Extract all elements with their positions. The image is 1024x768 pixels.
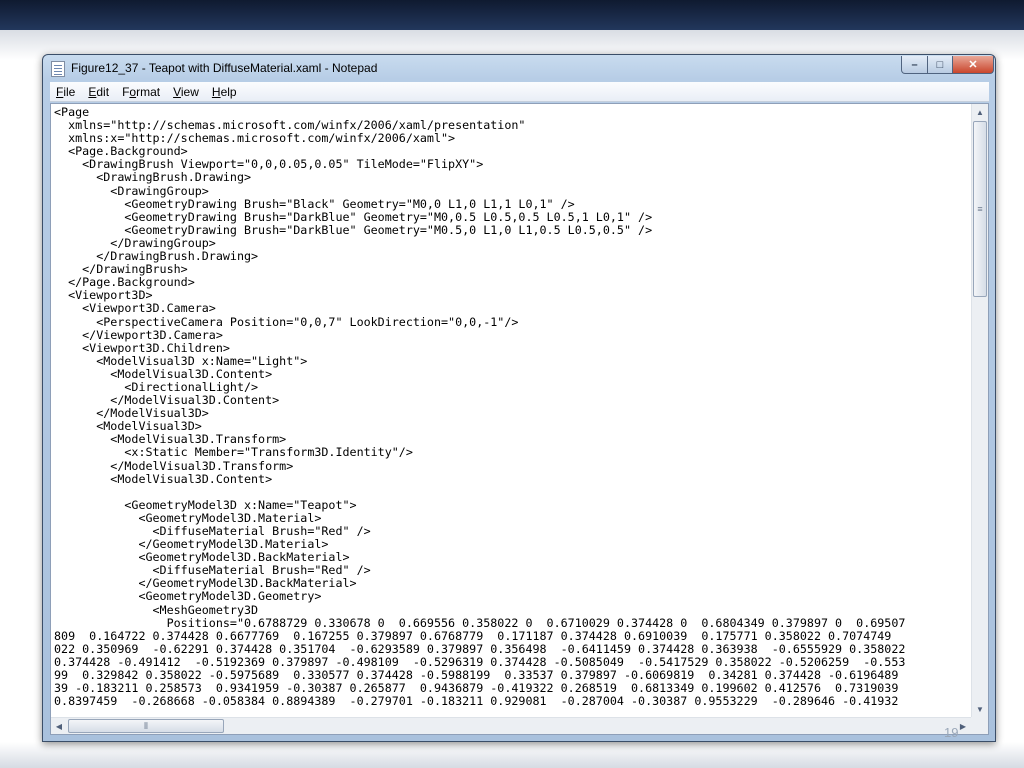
- code-line: <DirectionalLight/>: [54, 380, 259, 394]
- code-line: </DrawingBrush.Drawing>: [54, 250, 259, 264]
- code-line: <ModelVisual3D x:Name="Light">: [54, 354, 308, 368]
- code-line: 809 0.164722 0.374428 0.6677769 0.167255…: [54, 629, 892, 643]
- menu-help[interactable]: Help: [212, 85, 237, 99]
- code-line: <DrawingBrush Viewport="0,0,0.05,0.05" T…: [54, 158, 484, 172]
- notepad-icon[interactable]: [51, 61, 65, 77]
- code-line: Positions="0.6788729 0.330678 0 0.669556…: [54, 616, 906, 630]
- code-line: <Viewport3D.Children>: [54, 341, 230, 355]
- code-line: </ModelVisual3D.Content>: [54, 394, 280, 408]
- code-line: <Viewport3D.Camera>: [54, 302, 216, 316]
- code-line: <ModelVisual3D.Transform>: [54, 433, 287, 447]
- editor-text-area[interactable]: <Page xmlns="http://schemas.microsoft.co…: [54, 106, 969, 714]
- menu-view-accel: V: [173, 84, 181, 99]
- code-line: </Viewport3D.Camera>: [54, 328, 223, 342]
- maximize-button[interactable]: □: [927, 56, 953, 74]
- code-line: xmlns:x="http://schemas.microsoft.com/wi…: [54, 132, 456, 146]
- code-line: <PerspectiveCamera Position="0,0,7" Look…: [54, 315, 519, 329]
- code-line: xmlns="http://schemas.microsoft.com/winf…: [54, 119, 526, 133]
- scroll-down-icon[interactable]: ▼: [972, 701, 988, 717]
- code-line: <GeometryModel3D.Material>: [54, 511, 322, 525]
- text-editor[interactable]: <Page xmlns="http://schemas.microsoft.co…: [50, 103, 989, 735]
- code-line: <ModelVisual3D.Content>: [54, 472, 273, 486]
- menu-file-label: ile: [63, 84, 76, 99]
- code-line: <DrawingBrush.Drawing>: [54, 171, 252, 185]
- code-line: </DrawingBrush>: [54, 263, 188, 277]
- menu-edit[interactable]: Edit: [88, 85, 109, 99]
- notepad-window: Figure12_37 - Teapot with DiffuseMateria…: [42, 54, 996, 742]
- code-line: <GeometryDrawing Brush="Black" Geometry=…: [54, 197, 575, 211]
- scrollbar-corner: [971, 717, 988, 734]
- code-line: 0.374428 -0.491412 -0.5192369 0.379897 -…: [54, 655, 906, 669]
- code-line: </GeometryModel3D.BackMaterial>: [54, 577, 357, 591]
- code-line: 022 0.350969 -0.62291 0.374428 0.351704 …: [54, 642, 906, 656]
- title-bar[interactable]: Figure12_37 - Teapot with DiffuseMateria…: [43, 55, 995, 81]
- menu-format-label: rmat: [136, 84, 161, 99]
- menu-view[interactable]: View: [173, 85, 199, 99]
- code-line: </GeometryModel3D.Material>: [54, 538, 329, 552]
- code-line: <Viewport3D>: [54, 289, 153, 303]
- minimize-button[interactable]: –: [901, 56, 928, 74]
- horizontal-scrollbar[interactable]: ◀ ⦀ ▶: [51, 717, 971, 734]
- code-line: <DiffuseMaterial Brush="Red" />: [54, 564, 371, 578]
- code-line: <DrawingGroup>: [54, 184, 209, 198]
- scroll-left-icon[interactable]: ◀: [51, 718, 67, 734]
- menu-file[interactable]: File: [56, 85, 75, 99]
- horizontal-scroll-thumb[interactable]: ⦀: [68, 719, 224, 733]
- code-line: <DiffuseMaterial Brush="Red" />: [54, 525, 371, 538]
- slide-footer-band: [0, 742, 1024, 768]
- code-line: <x:Static Member="Transform3D.Identity"/…: [54, 446, 413, 460]
- code-line: <Page.Background>: [54, 145, 188, 159]
- vertical-scroll-thumb[interactable]: ≡: [973, 121, 987, 297]
- code-line: <GeometryDrawing Brush="DarkBlue" Geomet…: [54, 223, 653, 237]
- menu-view-label: iew: [180, 84, 199, 99]
- slide-header-band: [0, 0, 1024, 30]
- menu-help-label: elp: [220, 84, 237, 99]
- code-line: </ModelVisual3D.Transform>: [54, 459, 294, 473]
- menu-help-accel: H: [211, 84, 221, 99]
- code-line: <GeometryModel3D.Geometry>: [54, 590, 322, 604]
- code-line: </ModelVisual3D>: [54, 407, 209, 421]
- slide-page-number: 19: [944, 725, 959, 740]
- code-line: <Page: [54, 106, 90, 119]
- vertical-scrollbar[interactable]: ▲ ≡ ▼: [971, 104, 988, 717]
- menu-edit-label: dit: [96, 84, 110, 99]
- code-line: <ModelVisual3D>: [54, 420, 202, 434]
- code-line: <GeometryDrawing Brush="DarkBlue" Geomet…: [54, 210, 653, 224]
- code-line: <GeometryModel3D.BackMaterial>: [54, 551, 350, 565]
- code-line: 0.8397459 -0.268668 -0.058384 0.8894389 …: [54, 695, 899, 709]
- code-line: <MeshGeometry3D: [54, 603, 259, 617]
- window-title: Figure12_37 - Teapot with DiffuseMateria…: [71, 61, 378, 75]
- code-line: </Page.Background>: [54, 276, 195, 290]
- menu-format[interactable]: Format: [122, 85, 160, 99]
- menu-bar: File Edit Format View Help: [50, 82, 989, 102]
- scroll-up-icon[interactable]: ▲: [972, 104, 988, 120]
- code-line: <ModelVisual3D.Content>: [54, 367, 273, 381]
- code-line: 39 -0.183211 0.258573 0.9341959 -0.30387…: [54, 682, 899, 696]
- close-button[interactable]: ✕: [952, 56, 994, 74]
- code-line: </DrawingGroup>: [54, 236, 216, 250]
- code-line: <GeometryModel3D x:Name="Teapot">: [54, 498, 357, 512]
- code-line: 99 0.329842 0.358022 -0.5975689 0.330577…: [54, 669, 899, 683]
